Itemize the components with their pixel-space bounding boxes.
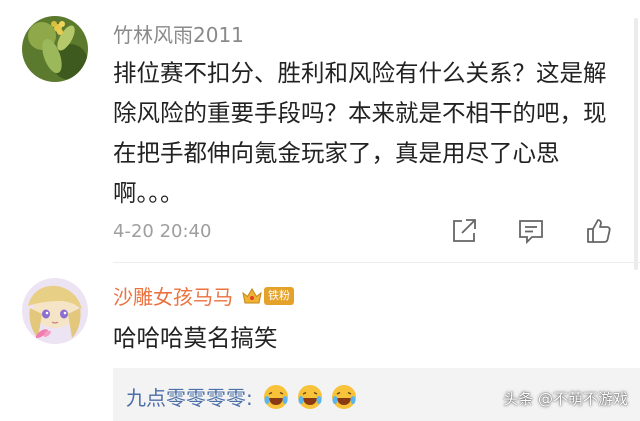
- laugh-cry-emoji: [263, 384, 288, 409]
- fan-badge[interactable]: 铁粉: [241, 285, 294, 307]
- avatar[interactable]: [22, 278, 88, 344]
- share-icon[interactable]: [449, 216, 479, 246]
- badge-label: 铁粉: [264, 286, 294, 305]
- comment-timestamp: 4-20 20:40: [113, 221, 212, 242]
- comment-text: 哈哈哈莫名搞笑: [113, 324, 278, 352]
- laugh-cry-emoji: [297, 384, 322, 409]
- like-icon[interactable]: [584, 216, 614, 246]
- comment-author[interactable]: 竹林风雨2011: [113, 19, 244, 48]
- reply-author[interactable]: 九点零零零零:: [126, 382, 253, 411]
- comment-text: 排位赛不扣分、胜利和风险有什么关系？这是解除风险的重要手段吗？本来就是不相干的吧…: [113, 59, 607, 207]
- reply-line: 九点零零零零:: [126, 382, 357, 411]
- comment-item: 竹林风雨2011 排位赛不扣分、胜利和风险有什么关系？这是解除风险的重要手段吗？…: [0, 0, 640, 262]
- comment-author[interactable]: 沙雕女孩马马: [113, 281, 233, 310]
- avatar[interactable]: [22, 16, 88, 82]
- laugh-cry-emoji: [331, 384, 356, 409]
- watermark: 头条 @不萌不游戏: [503, 390, 628, 408]
- comment-author-row: 沙雕女孩马马 铁粉: [113, 281, 294, 310]
- comment-icon[interactable]: [516, 216, 546, 246]
- crown-icon: [242, 287, 262, 303]
